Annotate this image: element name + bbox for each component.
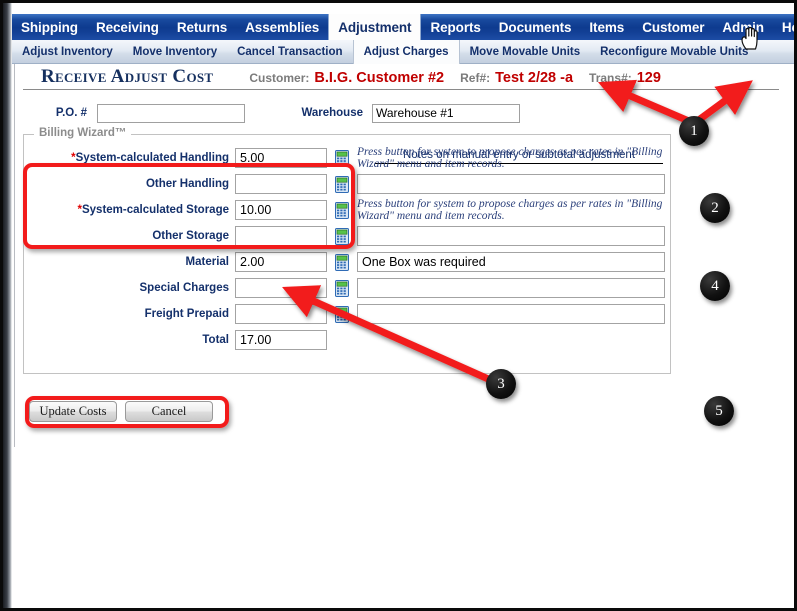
charge-row-label: Freight Prepaid: [23, 308, 235, 320]
main-navigation-items: Shipping Receiving Returns Assemblies Adjust…: [12, 14, 794, 40]
charge-row: Total: [23, 327, 671, 353]
highlight-system-calculated-fields: [23, 163, 355, 249]
nav-item-home[interactable]: Home: [773, 14, 794, 40]
nav-item-customer[interactable]: Customer: [633, 14, 713, 40]
charge-row-label: Total: [23, 334, 235, 346]
propose-charge-button[interactable]: [335, 279, 349, 297]
nav-item-documents[interactable]: Documents: [490, 14, 581, 40]
page-title: Receive Adjust Cost: [41, 66, 214, 87]
propose-charge-button[interactable]: [335, 253, 349, 271]
po-label: P.O. #: [55, 107, 87, 119]
charge-hint-text: Press button for system to propose charg…: [357, 197, 663, 223]
ref-label: Ref#:: [460, 71, 491, 85]
content-left-rule: [14, 17, 15, 447]
hand-cursor-icon: [741, 26, 758, 50]
customer-meta: Customer: B.I.G. Customer #2: [249, 70, 446, 86]
sub-navigation-items: Adjust Inventory Move Inventory Cancel Tra…: [12, 40, 758, 64]
ref-value: Test 2/28 -a: [495, 70, 574, 86]
nav-item-shipping[interactable]: Shipping: [12, 14, 87, 40]
calculator-icon[interactable]: [335, 279, 349, 297]
nav-item-reports[interactable]: Reports: [421, 14, 489, 40]
window-left-edge: [3, 3, 12, 608]
calculator-icon[interactable]: [335, 305, 349, 323]
charge-label-text: Material: [185, 256, 229, 268]
billing-wizard-legend: Billing Wizard™: [34, 127, 132, 139]
subnav-item-move-inventory[interactable]: Move Inventory: [123, 40, 227, 64]
charge-row: Material: [23, 249, 671, 275]
propose-charge-button[interactable]: [335, 305, 349, 323]
main-navigation-bar: Shipping Receiving Returns Assemblies Adjust…: [12, 14, 794, 40]
charge-row-label: Material: [23, 256, 235, 268]
nav-item-adjustment[interactable]: Adjustment: [328, 14, 422, 40]
nav-item-items[interactable]: Items: [580, 14, 633, 40]
po-warehouse-row: P.O. # Warehouse: [23, 102, 763, 124]
charge-label-text: Freight Prepaid: [144, 308, 229, 320]
highlight-action-buttons: [25, 396, 229, 428]
subnav-item-adjust-inventory[interactable]: Adjust Inventory: [12, 40, 123, 64]
ref-meta: Ref#: Test 2/28 -a: [460, 70, 575, 86]
charge-amount-input[interactable]: [235, 278, 327, 298]
charge-note-input[interactable]: [357, 278, 665, 298]
subnav-item-move-movable-units[interactable]: Move Movable Units: [460, 40, 591, 64]
charge-amount-input[interactable]: [235, 330, 327, 350]
calc-slot-empty: [335, 332, 349, 349]
page-header: Receive Adjust Cost Customer: B.I.G. Cus…: [23, 66, 779, 90]
callout-5: 5: [704, 396, 734, 426]
callout-4: 4: [700, 271, 730, 301]
charge-row-label: Special Charges: [23, 282, 235, 294]
callout-2: 2: [700, 193, 730, 223]
callout-1: 1: [679, 116, 709, 146]
charge-note-input[interactable]: [357, 226, 665, 246]
sub-navigation-bar: Adjust Inventory Move Inventory Cancel Tra…: [12, 40, 794, 64]
calculator-icon[interactable]: [335, 253, 349, 271]
nav-item-assemblies[interactable]: Assemblies: [236, 14, 328, 40]
subnav-item-cancel-transaction[interactable]: Cancel Transaction: [227, 40, 352, 64]
charge-hint-text: Press button for system to propose charg…: [357, 145, 663, 171]
charge-amount-input[interactable]: [235, 304, 327, 324]
charge-note-input[interactable]: [357, 174, 665, 194]
subnav-item-reconfigure-movable-units[interactable]: Reconfigure Movable Units: [590, 40, 758, 64]
nav-item-returns[interactable]: Returns: [168, 14, 236, 40]
application-window: Shipping Receiving Returns Assemblies Adjust…: [0, 0, 797, 611]
subnav-item-adjust-charges[interactable]: Adjust Charges: [352, 40, 460, 64]
customer-value: B.I.G. Customer #2: [314, 70, 445, 86]
trans-meta: Trans#: 129: [589, 70, 663, 86]
nav-item-receiving[interactable]: Receiving: [87, 14, 168, 40]
charge-label-text: Total: [202, 334, 229, 346]
trans-label: Trans#:: [589, 71, 632, 85]
charge-note-input[interactable]: [357, 304, 665, 324]
charge-row: Special Charges: [23, 275, 671, 301]
charge-note-input[interactable]: [357, 252, 665, 272]
customer-label: Customer:: [249, 71, 310, 85]
charge-amount-input[interactable]: [235, 252, 327, 272]
charge-label-text: Special Charges: [139, 282, 229, 294]
trans-value: 129: [636, 70, 661, 86]
charge-row: Freight Prepaid: [23, 301, 671, 327]
warehouse-label: Warehouse: [301, 107, 363, 119]
warehouse-input[interactable]: [372, 103, 520, 123]
callout-3: 3: [486, 369, 516, 399]
po-input[interactable]: [97, 103, 245, 123]
